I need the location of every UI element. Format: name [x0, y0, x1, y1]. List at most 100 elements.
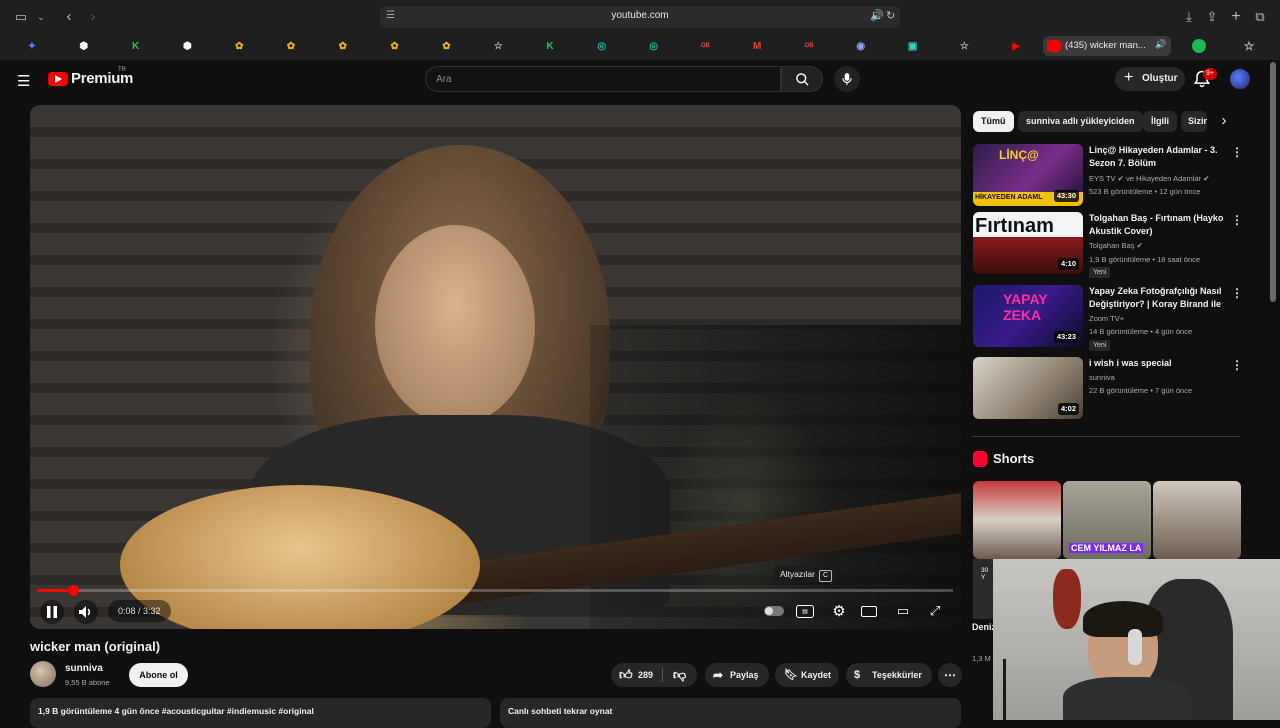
channel-name[interactable]: sunniva	[65, 663, 103, 674]
thumbnail-text: ZEKA	[1003, 307, 1042, 323]
create-button[interactable]: + Oluştur	[1115, 67, 1185, 91]
menu-icon[interactable]: ☰	[17, 72, 30, 90]
more-options-icon[interactable]: ⋮	[1231, 287, 1243, 299]
bee-icon[interactable]: ✿	[386, 37, 404, 55]
video-channel[interactable]: Zoom TV+	[1089, 314, 1124, 323]
thumbnail-text: LİNÇ@	[999, 148, 1039, 162]
volume-button[interactable]	[74, 600, 98, 624]
bee-icon[interactable]: ✿	[437, 37, 455, 55]
thanks-label: Teşekkürler	[872, 670, 922, 680]
sidebar-toggle-icon[interactable]: ▭	[12, 8, 30, 26]
page-scrollbar[interactable]	[1270, 62, 1276, 302]
bee-icon[interactable]: ✿	[230, 37, 248, 55]
address-bar[interactable]: ☰ youtube.com 🔊 ↻	[380, 6, 900, 28]
save-button[interactable]: 🔖︎ Kaydet	[775, 663, 839, 687]
video-thumbnail[interactable]: Fırtınam 4:10	[973, 212, 1083, 274]
dislike-button[interactable]: 👎︎	[673, 663, 686, 687]
subscribe-button[interactable]: Abone ol	[129, 663, 188, 687]
reload-icon[interactable]: ↻	[886, 9, 895, 22]
chip-from-uploader[interactable]: sunniva adlı yükleyiciden	[1018, 111, 1143, 132]
back-button[interactable]: ‹	[60, 8, 78, 26]
search-button[interactable]	[781, 66, 823, 92]
account-avatar[interactable]	[1230, 69, 1250, 89]
chip-related[interactable]: İlgili	[1143, 111, 1177, 132]
k-icon[interactable]: K	[541, 37, 559, 55]
like-button[interactable]: 👍︎	[619, 663, 633, 687]
ob-icon[interactable]: OB	[696, 37, 714, 55]
bookmark-icon: 🔖︎	[784, 669, 798, 681]
short-thumbnail[interactable]	[973, 481, 1061, 559]
chat-replay-box[interactable]: Canlı sohbeti tekrar oynat	[500, 698, 961, 728]
audio-playing-icon[interactable]: 🔊	[870, 9, 884, 22]
shield-icon[interactable]: ⬢	[75, 37, 93, 55]
k-icon[interactable]: K	[127, 37, 145, 55]
bee-icon[interactable]: ✿	[334, 37, 352, 55]
new-tab-button[interactable]: +	[1227, 8, 1245, 26]
more-options-icon[interactable]: ⋮	[1231, 146, 1243, 158]
share-button[interactable]: ➦ Paylaş	[705, 663, 769, 687]
short-thumbnail-cut[interactable]: 30 Y	[973, 559, 993, 619]
video-thumbnail[interactable]: LİNÇ@ HİKAYEDEN ADAML 43:30	[973, 144, 1083, 206]
more-actions-icon[interactable]: ⋯	[938, 663, 962, 687]
forward-button[interactable]: ›	[84, 8, 102, 26]
settings-gear-icon[interactable]: ⚙	[828, 600, 850, 622]
new-badge: Yeni	[1089, 340, 1111, 351]
pause-button[interactable]	[40, 600, 64, 624]
ob-icon[interactable]: OB	[800, 37, 818, 55]
chevron-down-icon[interactable]: ⌄	[32, 8, 50, 26]
tab-overview-icon[interactable]: ⧉	[1251, 8, 1269, 26]
youtube-logo-icon[interactable]	[48, 72, 68, 86]
video-channel[interactable]: EYS TV ✔ ve Hikayeden Adamlar ✔	[1089, 174, 1209, 183]
download-icon[interactable]: ⤓	[1180, 8, 1198, 26]
chip-all[interactable]: Tümü	[973, 111, 1014, 132]
tab-youtube-active[interactable]: (435) wicker man... 🔊	[1043, 36, 1171, 56]
tab-bar: ✦ ⬢ K ⬢ ✿ ✿ ✿ ✿ ✿ ☆ K ◎ ◎ OB M OB ◉ ▣ ☆ ▶ (435) wicker man.…	[0, 34, 1280, 58]
chatgpt-icon[interactable]: ◎	[593, 37, 611, 55]
description-box[interactable]: 1,9 B görüntüleme 4 gün önce #acousticgu…	[30, 698, 491, 728]
shield-icon[interactable]: ⬢	[178, 37, 196, 55]
short-thumbnail[interactable]: CEM YILMAZ LA	[1063, 481, 1151, 559]
discord-icon[interactable]: ◉	[852, 37, 870, 55]
search-input[interactable]: Ara	[425, 66, 781, 92]
mute-tab-icon[interactable]: 🔊	[1155, 39, 1166, 50]
youtube-icon[interactable]: ▶	[1007, 37, 1025, 55]
miniplayer-icon[interactable]	[861, 606, 877, 617]
spotify-icon[interactable]	[1192, 39, 1206, 53]
chips-next-icon[interactable]: ›	[1209, 111, 1239, 132]
sparkle-icon[interactable]: ✦	[23, 37, 41, 55]
video-player[interactable]	[30, 105, 961, 629]
channel-avatar[interactable]	[30, 661, 56, 687]
gmail-icon[interactable]: M	[748, 37, 766, 55]
streamer-hair	[1083, 601, 1163, 637]
short-badge: 30 Y	[981, 567, 989, 581]
more-options-icon[interactable]: ⋮	[1231, 359, 1243, 371]
cast-icon[interactable]: ▭	[892, 600, 914, 622]
fullscreen-icon[interactable]: ⤢	[924, 600, 946, 622]
bee-icon[interactable]: ✿	[282, 37, 300, 55]
chatgpt-icon[interactable]: ◎	[645, 37, 663, 55]
recommendation-item[interactable]: YAPAY ZEKA 43:23 Yapay Zeka Fotoğrafçılı…	[973, 285, 1243, 351]
video-channel[interactable]: sunniva	[1089, 373, 1115, 382]
star-icon[interactable]: ☆	[955, 37, 973, 55]
volume-icon	[79, 606, 91, 618]
share-icon[interactable]: ⇪	[1203, 8, 1221, 26]
app-icon[interactable]: ▣	[904, 37, 922, 55]
recommendation-item[interactable]: LİNÇ@ HİKAYEDEN ADAML 43:30 Linç@ Hikaye…	[973, 144, 1243, 208]
captions-icon[interactable]: ▤	[796, 605, 814, 618]
autoplay-toggle[interactable]	[764, 606, 784, 616]
short-thumbnail[interactable]	[1153, 481, 1241, 559]
progress-bar[interactable]	[38, 589, 953, 592]
video-thumbnail[interactable]: 4:02	[973, 357, 1083, 419]
more-options-icon[interactable]: ⋮	[1231, 214, 1243, 226]
video-thumbnail[interactable]: YAPAY ZEKA 43:23	[973, 285, 1083, 347]
recommendation-item[interactable]: Fırtınam 4:10 Tolgahan Baş - Fırtınam (H…	[973, 212, 1243, 278]
recommendation-item[interactable]: 4:02 i wish i was special sunniva 22 B g…	[973, 357, 1243, 421]
chip-for-you[interactable]: Sizin için	[1181, 111, 1207, 132]
star-icon[interactable]: ☆	[489, 37, 507, 55]
star-icon[interactable]: ☆	[1240, 37, 1258, 55]
video-channel[interactable]: Tolgahan Baş ✔	[1089, 241, 1143, 250]
video-meta: 14 B görüntüleme • 4 gün önce	[1089, 327, 1193, 336]
thanks-button[interactable]: $ Teşekkürler	[846, 663, 932, 687]
progress-scrubber[interactable]	[67, 585, 79, 596]
voice-search-button[interactable]	[834, 66, 860, 92]
